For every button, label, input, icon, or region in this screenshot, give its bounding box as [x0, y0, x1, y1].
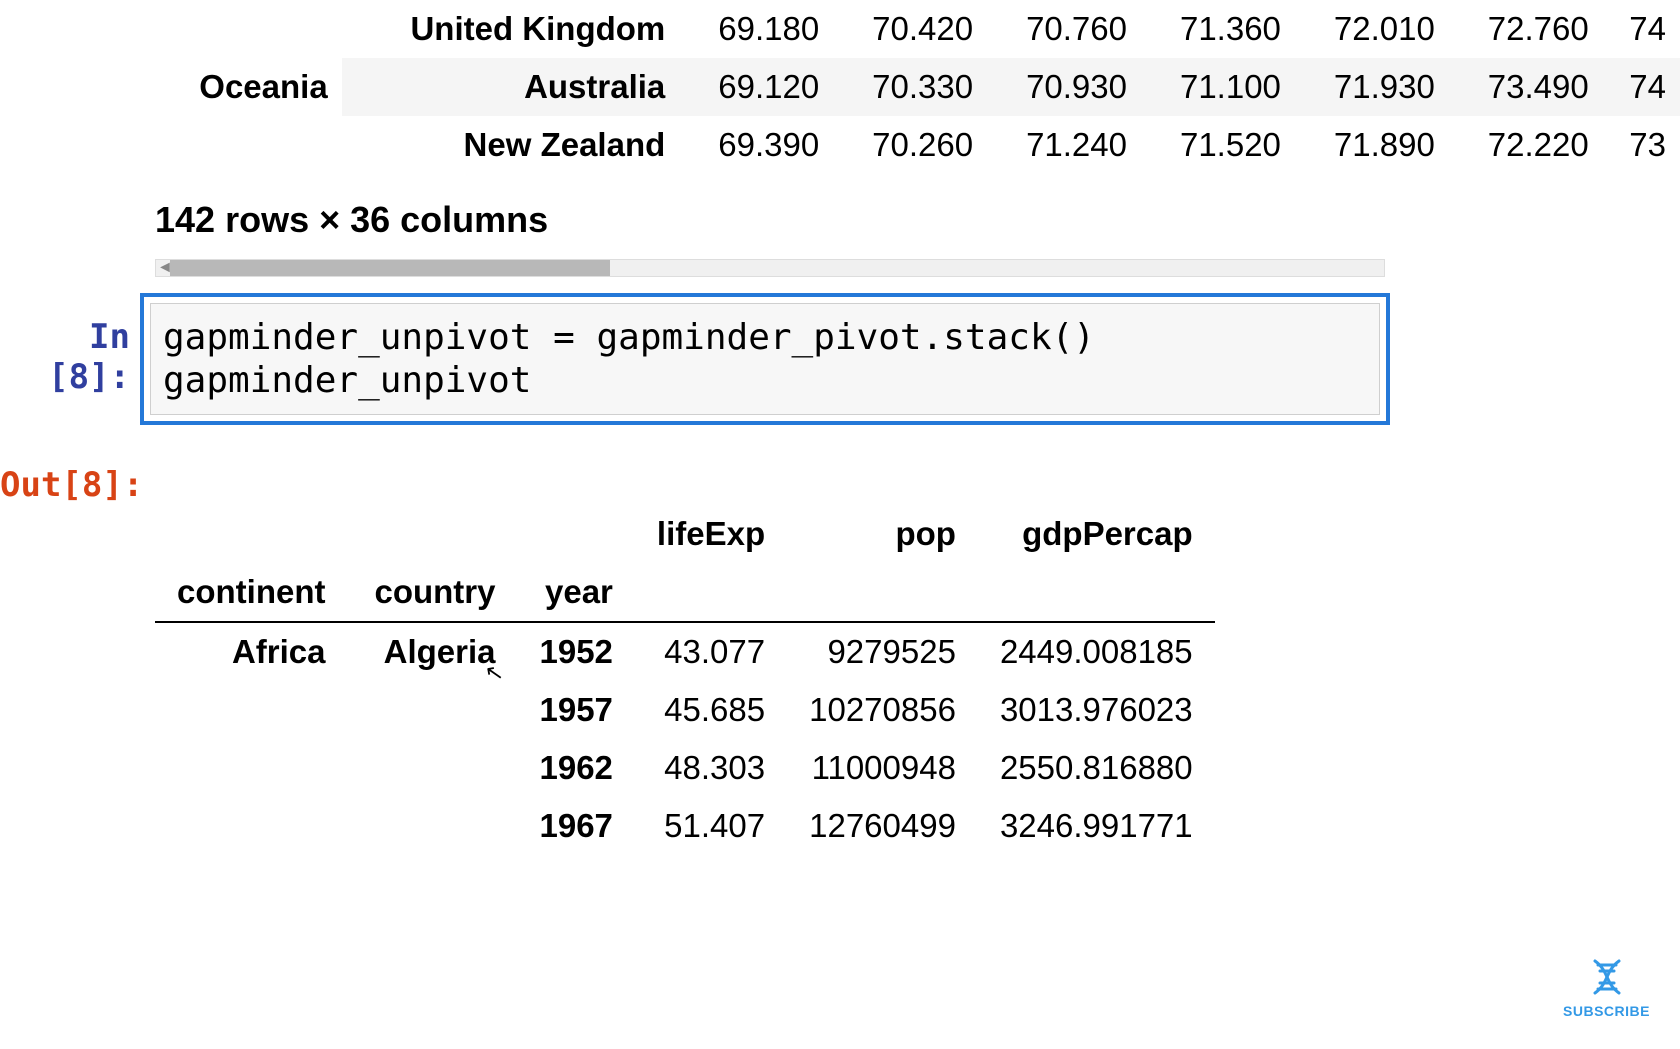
value-cell: 72.220 — [1449, 116, 1603, 174]
column-header: gdpPercap — [978, 505, 1215, 563]
column-header — [517, 505, 634, 563]
index-cell: Africa — [155, 622, 347, 681]
value-cell: 3013.976023 — [978, 681, 1215, 739]
index-header — [635, 563, 787, 622]
code-line-2: gapminder_unpivot — [163, 360, 531, 401]
index-cell — [347, 681, 517, 739]
value-cell: 69.180 — [679, 0, 833, 58]
continent-index-cell: Oceania — [155, 58, 342, 116]
top-output-table: United Kingdom69.18070.42070.76071.36072… — [155, 0, 1680, 174]
value-cell: 9279525 — [787, 622, 978, 681]
value-cell: 70.260 — [833, 116, 987, 174]
input-cell-row: In [8]: gapminder_unpivot = gapminder_pi… — [0, 293, 1680, 425]
index-header — [787, 563, 978, 622]
table-row: 196248.303110009482550.816880 — [155, 739, 1215, 797]
value-cell: 73 — [1603, 116, 1680, 174]
value-cell: 72.760 — [1449, 0, 1603, 58]
value-cell: 12760499 — [787, 797, 978, 855]
continent-index-cell — [155, 116, 342, 174]
index-header: country — [347, 563, 517, 622]
value-cell: 74 — [1603, 0, 1680, 58]
value-cell: 43.077 — [635, 622, 787, 681]
output-cell-row: Out[8]: — [0, 441, 1680, 505]
value-cell: 45.685 — [635, 681, 787, 739]
country-index-cell: New Zealand — [342, 116, 680, 174]
value-cell: 69.120 — [679, 58, 833, 116]
table-row: 196751.407127604993246.991771 — [155, 797, 1215, 855]
index-cell — [347, 739, 517, 797]
column-header: lifeExp — [635, 505, 787, 563]
index-cell: 1962 — [517, 739, 634, 797]
country-index-cell: United Kingdom — [342, 0, 680, 58]
index-cell — [155, 739, 347, 797]
value-cell: 71.520 — [1141, 116, 1295, 174]
value-cell: 2550.816880 — [978, 739, 1215, 797]
index-cell — [155, 681, 347, 739]
value-cell: 72.010 — [1295, 0, 1449, 58]
scrollbar-thumb[interactable] — [170, 260, 610, 276]
value-cell: 2449.008185 — [978, 622, 1215, 681]
column-header: pop — [787, 505, 978, 563]
value-cell: 3246.991771 — [978, 797, 1215, 855]
continent-index-cell — [155, 0, 342, 58]
table-row: AfricaAlgeria195243.07792795252449.00818… — [155, 622, 1215, 681]
subscribe-badge[interactable]: SUBSCRIBE — [1563, 955, 1650, 1019]
notebook-view: United Kingdom69.18070.42070.76071.36072… — [0, 0, 1680, 855]
value-cell: 74 — [1603, 58, 1680, 116]
dna-icon — [1585, 955, 1629, 999]
value-cell: 71.100 — [1141, 58, 1295, 116]
table-row: United Kingdom69.18070.42070.76071.36072… — [155, 0, 1680, 58]
value-cell: 71.360 — [1141, 0, 1295, 58]
column-header — [347, 505, 517, 563]
value-cell: 71.930 — [1295, 58, 1449, 116]
horizontal-scrollbar[interactable]: ◄ — [155, 259, 1385, 277]
value-cell: 70.760 — [987, 0, 1141, 58]
value-cell: 71.890 — [1295, 116, 1449, 174]
code-cell-selected[interactable]: gapminder_unpivot = gapminder_pivot.stac… — [140, 293, 1390, 425]
index-header — [978, 563, 1215, 622]
input-prompt: In [8]: — [0, 293, 140, 397]
value-cell: 70.420 — [833, 0, 987, 58]
index-cell: 1957 — [517, 681, 634, 739]
column-header — [155, 505, 347, 563]
value-cell: 71.240 — [987, 116, 1141, 174]
dataframe-shape-text: 142 rows × 36 columns — [155, 174, 1680, 251]
value-cell: 51.407 — [635, 797, 787, 855]
code-line-1: gapminder_unpivot = gapminder_pivot.stac… — [163, 317, 1095, 358]
output-prompt: Out[8]: — [0, 441, 140, 505]
table-row: OceaniaAustralia69.12070.33070.93071.100… — [155, 58, 1680, 116]
index-cell — [347, 797, 517, 855]
value-cell: 69.390 — [679, 116, 833, 174]
subscribe-label: SUBSCRIBE — [1563, 1003, 1650, 1019]
table-row: New Zealand69.39070.26071.24071.52071.89… — [155, 116, 1680, 174]
output-table-wrap: lifeExppopgdpPercap continentcountryyear… — [155, 505, 1680, 855]
value-cell: 11000948 — [787, 739, 978, 797]
index-cell — [155, 797, 347, 855]
value-cell: 48.303 — [635, 739, 787, 797]
table-row: 195745.685102708563013.976023 — [155, 681, 1215, 739]
top-output-table-wrap: United Kingdom69.18070.42070.76071.36072… — [155, 0, 1680, 277]
index-header: year — [517, 563, 634, 622]
index-cell: 1967 — [517, 797, 634, 855]
index-header: continent — [155, 563, 347, 622]
output-table: lifeExppopgdpPercap continentcountryyear… — [155, 505, 1215, 855]
country-index-cell: Australia — [342, 58, 680, 116]
code-editor[interactable]: gapminder_unpivot = gapminder_pivot.stac… — [150, 303, 1380, 415]
value-cell: 73.490 — [1449, 58, 1603, 116]
value-cell: 10270856 — [787, 681, 978, 739]
index-cell: 1952 — [517, 622, 634, 681]
value-cell: 70.930 — [987, 58, 1141, 116]
value-cell: 70.330 — [833, 58, 987, 116]
